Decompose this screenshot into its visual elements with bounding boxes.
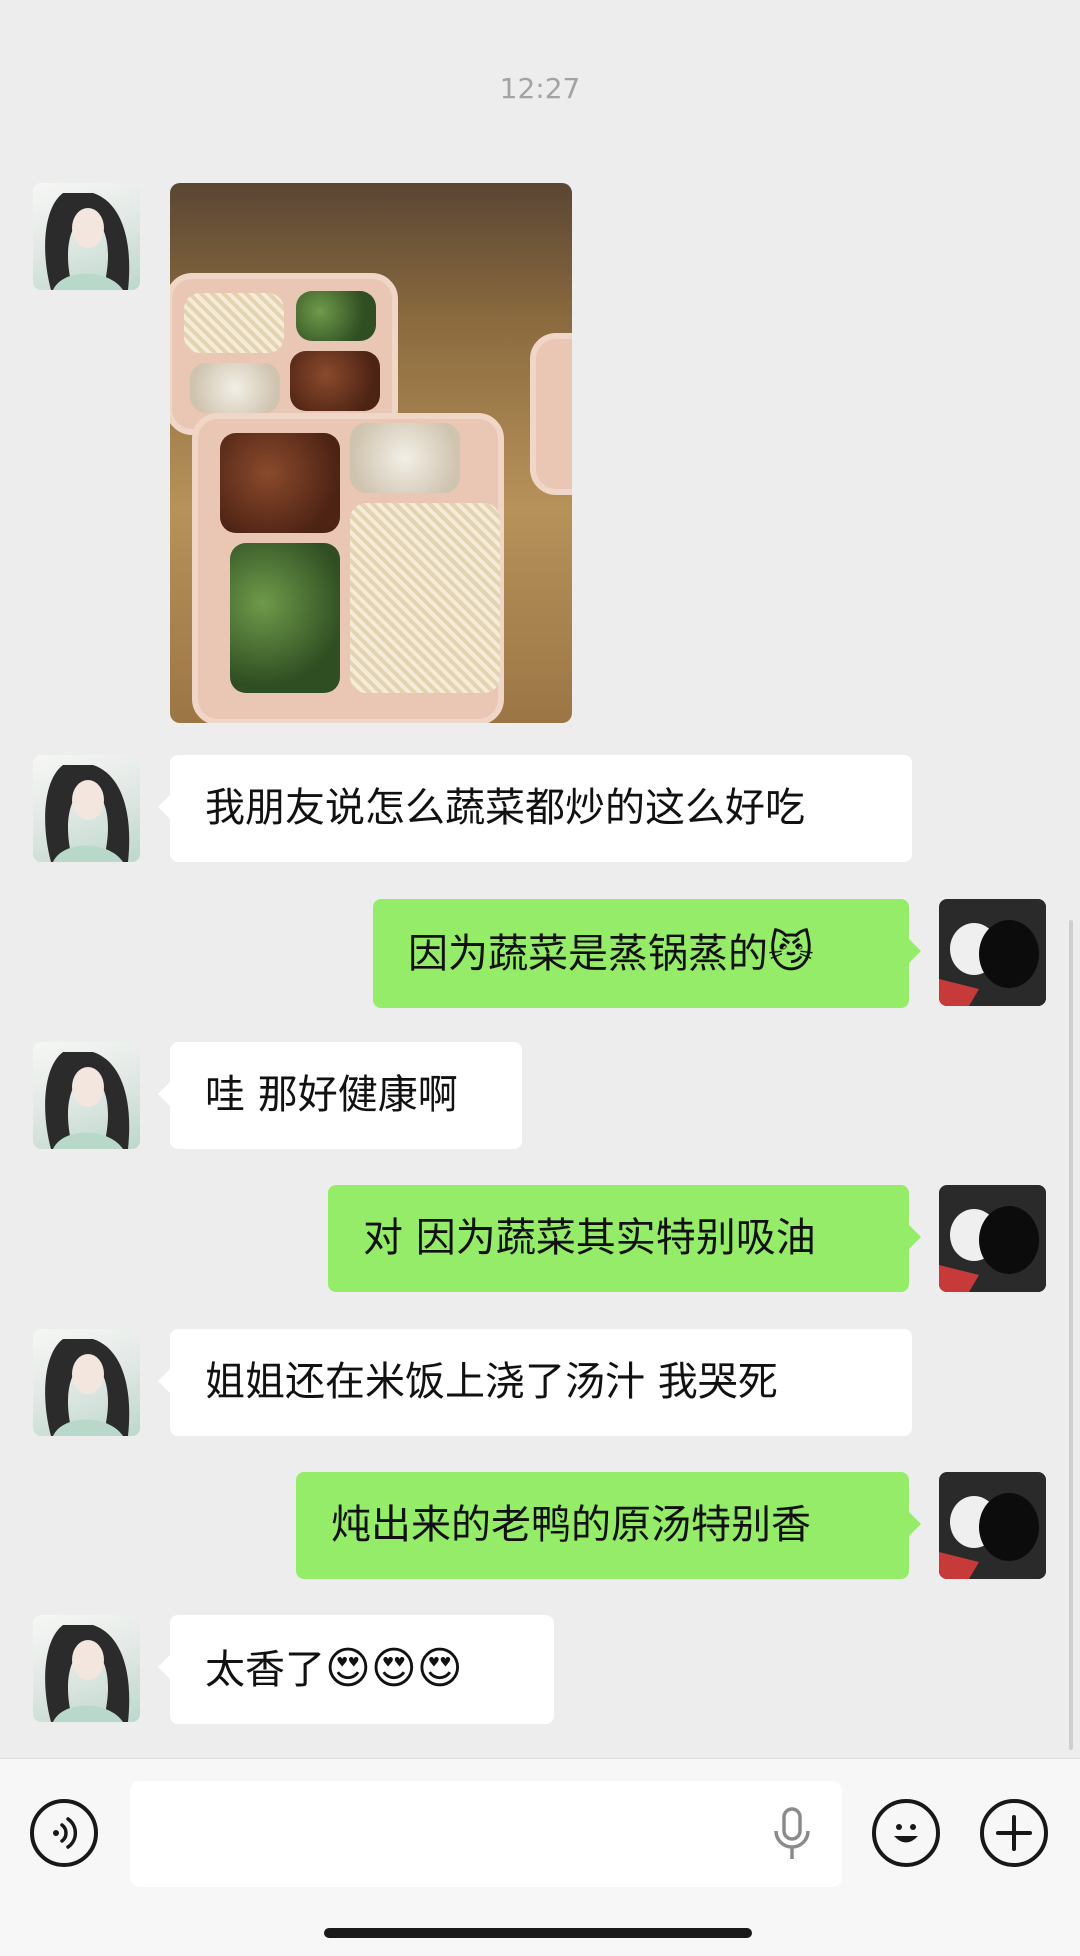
message-bubble[interactable]: 我朋友说怎么蔬菜都炒的这么好吃	[158, 755, 912, 862]
user-avatar[interactable]	[939, 1185, 1046, 1292]
user-avatar[interactable]	[939, 1472, 1046, 1579]
emoji-icon	[894, 1824, 918, 1843]
message-text: 炖出来的老鸭的原汤特别香	[331, 1502, 811, 1548]
chat-timestamp: 12:27	[499, 72, 581, 105]
user-avatar[interactable]	[939, 899, 1046, 1006]
contact-avatar[interactable]	[33, 1329, 140, 1436]
message-text: 对 因为蔬菜其实特别吸油	[363, 1215, 816, 1261]
message-text: 哇 那好健康啊	[205, 1072, 458, 1118]
message-text: 我朋友说怎么蔬菜都炒的这么好吃	[205, 785, 805, 831]
input-bar	[0, 1758, 1080, 1956]
message-text: 因为蔬菜是蒸锅蒸的	[408, 931, 768, 977]
message-bubble[interactable]: 对 因为蔬菜其实特别吸油	[328, 1185, 921, 1292]
message-bubble[interactable]: 太香了😍😍😍	[158, 1615, 554, 1724]
emoji-button[interactable]	[872, 1799, 940, 1867]
contact-avatar[interactable]	[33, 1042, 140, 1149]
home-indicator[interactable]	[324, 1928, 752, 1938]
contact-avatar[interactable]	[33, 755, 140, 862]
more-options-button[interactable]	[980, 1799, 1048, 1867]
plus-icon	[996, 1815, 1032, 1851]
contact-avatar[interactable]	[33, 1615, 140, 1722]
microphone-icon[interactable]	[770, 1807, 814, 1863]
heart-eyes-emoji: 😍😍😍	[325, 1643, 463, 1694]
chat-scrollbar[interactable]	[1069, 920, 1073, 1750]
message-text: 姐姐还在米饭上浇了汤汁 我哭死	[205, 1359, 778, 1405]
cat-emoji: 😼	[768, 927, 814, 978]
message-bubble[interactable]: 因为蔬菜是蒸锅蒸的😼	[373, 899, 921, 1008]
message-text: 太香了	[205, 1647, 325, 1693]
voice-toggle-button[interactable]	[30, 1799, 98, 1867]
message-bubble[interactable]: 炖出来的老鸭的原汤特别香	[296, 1472, 921, 1579]
contact-avatar[interactable]	[33, 183, 140, 290]
voice-icon	[53, 1817, 78, 1849]
message-bubble[interactable]: 哇 那好健康啊	[158, 1042, 522, 1149]
message-input[interactable]	[130, 1781, 842, 1887]
shared-food-photo[interactable]	[170, 183, 572, 723]
message-bubble[interactable]: 姐姐还在米饭上浇了汤汁 我哭死	[158, 1329, 912, 1436]
